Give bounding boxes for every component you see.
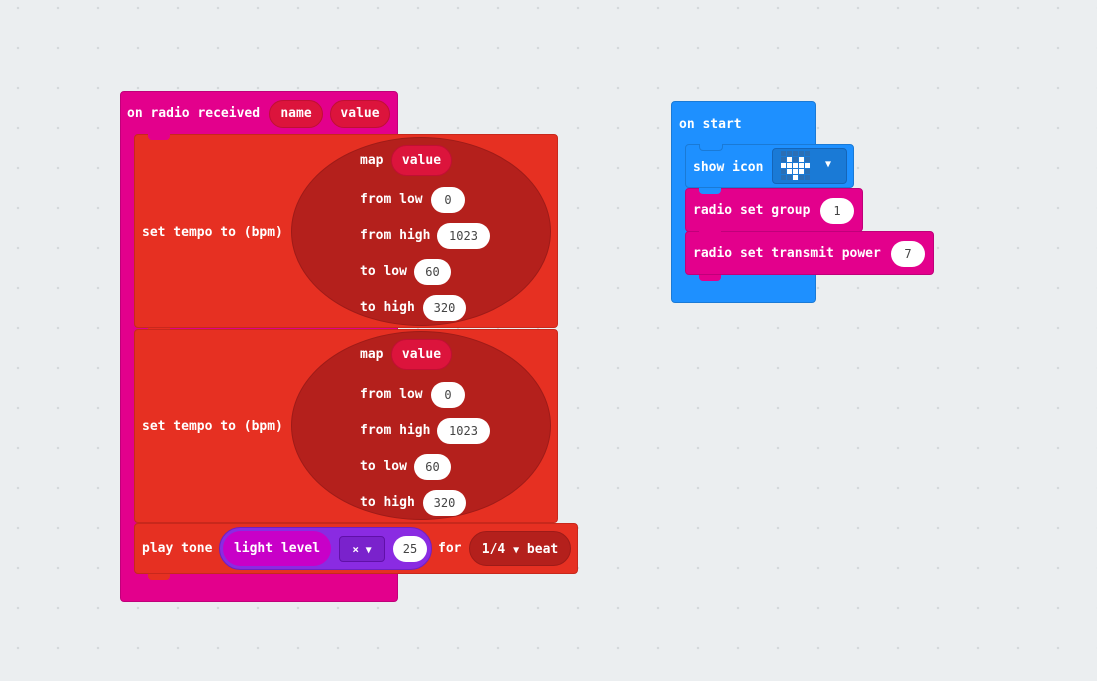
operator-dropdown[interactable]: × ▼ <box>339 536 385 562</box>
radio-set-group-label: radio set group <box>693 203 811 218</box>
from-high-label-1: from high <box>360 228 431 243</box>
from-high-input-2[interactable]: 1023 <box>437 418 490 444</box>
map-label-1: map <box>360 153 384 168</box>
map-var-pill-1[interactable]: value <box>391 145 452 176</box>
to-low-label-2: to low <box>360 459 407 474</box>
block-notch <box>699 188 721 194</box>
show-icon-label: show icon <box>693 160 764 175</box>
to-high-label-1: to high <box>360 300 415 315</box>
map-label-2: map <box>360 347 384 362</box>
set-tempo-label-1: set tempo to (bpm) <box>142 225 283 240</box>
to-high-input-2[interactable]: 320 <box>423 490 466 516</box>
play-tone-label: play tone <box>142 541 213 556</box>
from-high-label-2: from high <box>360 423 431 438</box>
on-radio-received-label: on radio received <box>127 106 261 121</box>
to-low-label-1: to low <box>360 264 407 279</box>
from-low-label-2: from low <box>360 387 423 402</box>
to-low-input-1[interactable]: 60 <box>414 259 451 285</box>
block-notch <box>148 574 170 580</box>
group-input[interactable]: 1 <box>820 198 854 224</box>
to-high-label-2: to high <box>360 495 415 510</box>
block-notch <box>148 134 170 140</box>
light-level-pill[interactable]: light level <box>223 531 331 566</box>
power-input[interactable]: 7 <box>891 241 925 267</box>
operator-label: × <box>352 543 359 556</box>
block-notch <box>699 144 723 151</box>
to-low-input-2[interactable]: 60 <box>414 454 451 480</box>
from-high-input-1[interactable]: 1023 <box>437 223 490 249</box>
icon-dropdown[interactable]: ▼ <box>772 148 847 184</box>
param-value-pill[interactable]: value <box>330 100 390 128</box>
radio-set-power-label: radio set transmit power <box>693 246 881 261</box>
from-low-input-2[interactable]: 0 <box>431 382 465 408</box>
heart-led-icon <box>781 151 810 180</box>
block-notch <box>699 275 721 281</box>
dropdown-caret-icon: ▼ <box>513 545 520 556</box>
beat-dropdown[interactable]: 1/4 ▼ beat <box>469 531 571 566</box>
block-notch <box>699 231 721 237</box>
dropdown-caret-icon: ▼ <box>365 545 372 556</box>
map-var-pill-2[interactable]: value <box>391 339 452 370</box>
from-low-input-1[interactable]: 0 <box>431 187 465 213</box>
param-name-pill[interactable]: name <box>269 100 323 128</box>
beat-label: beat <box>526 542 559 557</box>
to-high-input-1[interactable]: 320 <box>423 295 466 321</box>
from-low-label-1: from low <box>360 192 423 207</box>
set-tempo-label-2: set tempo to (bpm) <box>142 419 283 434</box>
for-label: for <box>438 541 462 556</box>
dropdown-caret-icon: ▼ <box>825 159 832 170</box>
on-start-label: on start <box>679 117 742 132</box>
operand-input[interactable]: 25 <box>393 536 427 562</box>
duration-label: 1/4 <box>481 542 506 557</box>
